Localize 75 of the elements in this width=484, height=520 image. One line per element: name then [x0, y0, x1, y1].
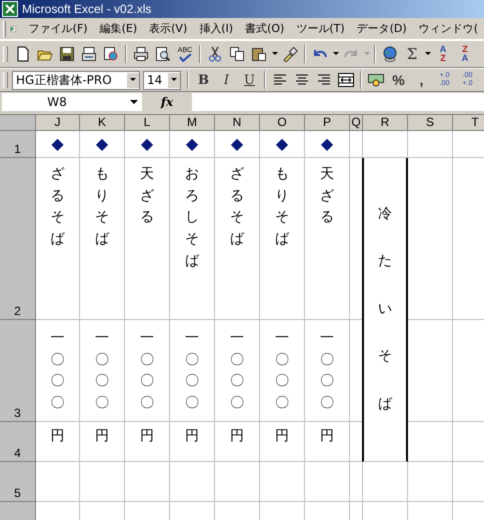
diamond-marker: ◆ — [186, 136, 198, 152]
font-size-dropdown[interactable]: 14 — [143, 70, 181, 90]
cell-text: 円 — [230, 427, 244, 446]
italic-button[interactable]: I — [215, 70, 238, 90]
sort-ascending-button[interactable]: A Z — [432, 43, 454, 65]
column-header[interactable]: S — [408, 115, 453, 131]
column-header[interactable]: M — [170, 115, 215, 131]
row-header[interactable]: 1 — [0, 131, 36, 158]
column-header[interactable]: R — [363, 115, 408, 131]
row-header[interactable]: 4 — [0, 422, 36, 462]
cell-text: 円 — [50, 427, 64, 446]
dropdown-caret-icon[interactable] — [127, 72, 139, 88]
menu-item[interactable]: データ(D) — [350, 21, 413, 36]
column-header[interactable]: J — [36, 115, 80, 131]
cell-text: 一〇〇〇 — [230, 329, 244, 414]
cell-text: もりそば — [275, 165, 289, 250]
diamond-marker: ◆ — [320, 136, 334, 152]
window-title: Microsoft Excel - v02.xls — [22, 2, 152, 16]
cell-text: 円 — [185, 427, 199, 446]
cell-text: 一〇〇〇 — [95, 329, 109, 414]
row-header[interactable]: 5 — [0, 462, 36, 502]
diamond-marker: ◆ — [276, 136, 288, 152]
menu-item[interactable]: 挿入(I) — [193, 21, 240, 36]
column-header[interactable]: K — [80, 115, 125, 131]
menu-item[interactable]: 書式(O) — [239, 21, 290, 36]
name-box[interactable]: W8 — [2, 93, 142, 111]
formula-input-field[interactable] — [192, 93, 484, 111]
column-header[interactable]: L — [125, 115, 170, 131]
column-header[interactable]: N — [215, 115, 260, 131]
diamond-marker: ◆ — [140, 136, 154, 152]
table-cell — [408, 462, 453, 502]
sort-descending-button[interactable]: Z A — [454, 43, 476, 65]
dropdown-caret-icon[interactable] — [168, 72, 180, 88]
table-cell — [350, 462, 363, 502]
spreadsheet-app-icon — [2, 1, 18, 17]
font-name-dropdown[interactable]: HG正楷書体-PRO — [12, 70, 140, 90]
insert-function-button[interactable]: fx — [142, 95, 192, 109]
cell-text: 円 — [320, 427, 334, 446]
cell-text: もりそば — [95, 165, 109, 250]
percent-style-button[interactable]: % — [387, 70, 410, 90]
cell-text: 一〇〇〇 — [140, 329, 154, 414]
menu-item[interactable]: 編集(E) — [94, 21, 144, 36]
table-cell — [408, 131, 453, 158]
menu-item[interactable]: ウィンドウ( — [412, 21, 484, 36]
bold-button[interactable]: B — [192, 70, 215, 90]
diamond-marker: ◆ — [230, 136, 244, 152]
cell-text: 円 — [140, 427, 154, 446]
cell-text: 天ざる — [320, 165, 334, 228]
menu-item[interactable]: ファイル(F) — [22, 21, 94, 36]
column-header[interactable]: P — [305, 115, 350, 131]
row-header[interactable]: 3 — [0, 320, 36, 422]
cell-text: 一〇〇〇 — [50, 329, 64, 414]
column-header[interactable]: T — [453, 115, 484, 131]
dropdown-caret-icon[interactable] — [130, 100, 138, 104]
cell-text: 冷たいそば — [378, 204, 392, 414]
menu-item[interactable]: ツール(T) — [290, 21, 351, 36]
underline-button[interactable]: U — [238, 70, 261, 90]
checkmark-icon — [177, 54, 193, 62]
cell-text: 天ざる — [140, 165, 154, 228]
cell-text: 円 — [95, 427, 109, 446]
column-header[interactable]: O — [260, 115, 305, 131]
cell-text: 一〇〇〇 — [275, 329, 289, 414]
menu-item[interactable]: 表示(V) — [143, 21, 194, 36]
autosum-button[interactable]: Σ — [401, 43, 423, 65]
cell-text: ざるそば — [50, 165, 64, 250]
comma-style-button[interactable]: , — [410, 70, 433, 90]
cell-text: 一〇〇〇 — [320, 329, 334, 414]
cell-text: ざるそば — [230, 165, 244, 250]
diamond-marker: ◆ — [96, 136, 108, 152]
cell-text: 一〇〇〇 — [185, 329, 199, 414]
column-header[interactable]: Q — [350, 115, 363, 131]
cell-text: 円 — [275, 427, 289, 446]
cell-text: おろしそば — [185, 165, 199, 271]
diamond-marker: ◆ — [51, 136, 64, 152]
row-header[interactable]: 2 — [0, 158, 36, 320]
